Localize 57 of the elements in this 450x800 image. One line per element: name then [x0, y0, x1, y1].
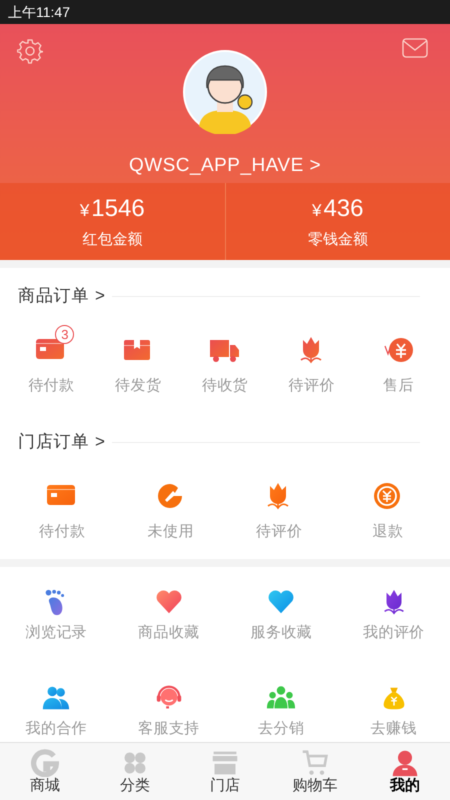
item-label: 待付款: [28, 376, 74, 396]
item-label: 退款: [372, 522, 404, 542]
g-logo-icon: [31, 748, 59, 776]
service-item[interactable]: 我的评价: [338, 587, 450, 644]
item-label: 我的评价: [363, 623, 424, 643]
item-label: 服务收藏: [250, 623, 312, 643]
section-title[interactable]: 门店订单 >: [18, 429, 106, 454]
tab-item[interactable]: 购物车: [270, 743, 360, 800]
order-status-item[interactable]: 待收货: [182, 324, 268, 397]
item-label: 去赚钱: [370, 718, 417, 738]
status-time: 上午11:47: [8, 2, 70, 22]
balance-amount: 1546: [91, 194, 145, 224]
order-status-item[interactable]: 3 待付款: [8, 324, 95, 397]
settings-icon[interactable]: [17, 38, 43, 64]
order-status-item[interactable]: 待发货: [94, 324, 182, 397]
tab-item[interactable]: 商城: [0, 743, 90, 800]
order-status-item[interactable]: 待评价: [268, 324, 356, 397]
item-label: 待评价: [288, 376, 335, 396]
order-status-item[interactable]: 待付款: [8, 470, 116, 543]
order-status-item[interactable]: 未使用: [116, 470, 225, 543]
tab-item[interactable]: 我的: [360, 743, 450, 800]
item-label: 售后: [383, 376, 414, 396]
balance-label: 零钱金额: [308, 230, 368, 250]
person-icon: [391, 748, 419, 776]
service-item[interactable]: 浏览记录: [0, 587, 112, 644]
service-item[interactable]: 商品收藏: [112, 587, 225, 644]
service-item[interactable]: 去赚钱: [338, 682, 450, 740]
item-label: 商品收藏: [138, 623, 200, 643]
tab-item[interactable]: 分类: [90, 743, 180, 800]
item-label: 未使用: [148, 522, 194, 542]
service-item[interactable]: 客服支持: [112, 682, 225, 740]
item-label: 浏览记录: [26, 623, 87, 643]
item-label: 待发货: [115, 376, 162, 396]
cart-icon: [301, 748, 329, 776]
count-badge: 3: [55, 324, 74, 344]
currency-symbol: ¥: [312, 200, 322, 222]
section-title[interactable]: 商品订单 >: [18, 283, 106, 308]
service-item[interactable]: 去分销: [225, 682, 338, 740]
mail-icon[interactable]: [402, 38, 428, 58]
avatar-icon: [183, 50, 267, 134]
item-label: 待评价: [256, 522, 302, 542]
currency-symbol: ¥: [80, 200, 90, 222]
item-label: 我的合作: [26, 718, 87, 738]
tab-item[interactable]: 门店: [180, 743, 270, 800]
storefront-icon: [211, 748, 239, 776]
balance-label: 红包金额: [82, 230, 142, 250]
username-link[interactable]: QWSC_APP_HAVE >: [128, 152, 322, 180]
item-label: 客服支持: [138, 718, 200, 738]
item-label: 去分销: [258, 718, 304, 738]
order-status-item[interactable]: 退款: [334, 470, 442, 543]
service-item[interactable]: 服务收藏: [225, 587, 338, 644]
item-label: 待付款: [39, 522, 86, 542]
service-item[interactable]: 我的合作: [0, 682, 112, 740]
order-status-item[interactable]: 售后: [355, 324, 442, 397]
item-label: 待收货: [202, 376, 248, 396]
order-status-item[interactable]: 待评价: [225, 470, 334, 543]
balance-amount: 436: [323, 194, 364, 224]
